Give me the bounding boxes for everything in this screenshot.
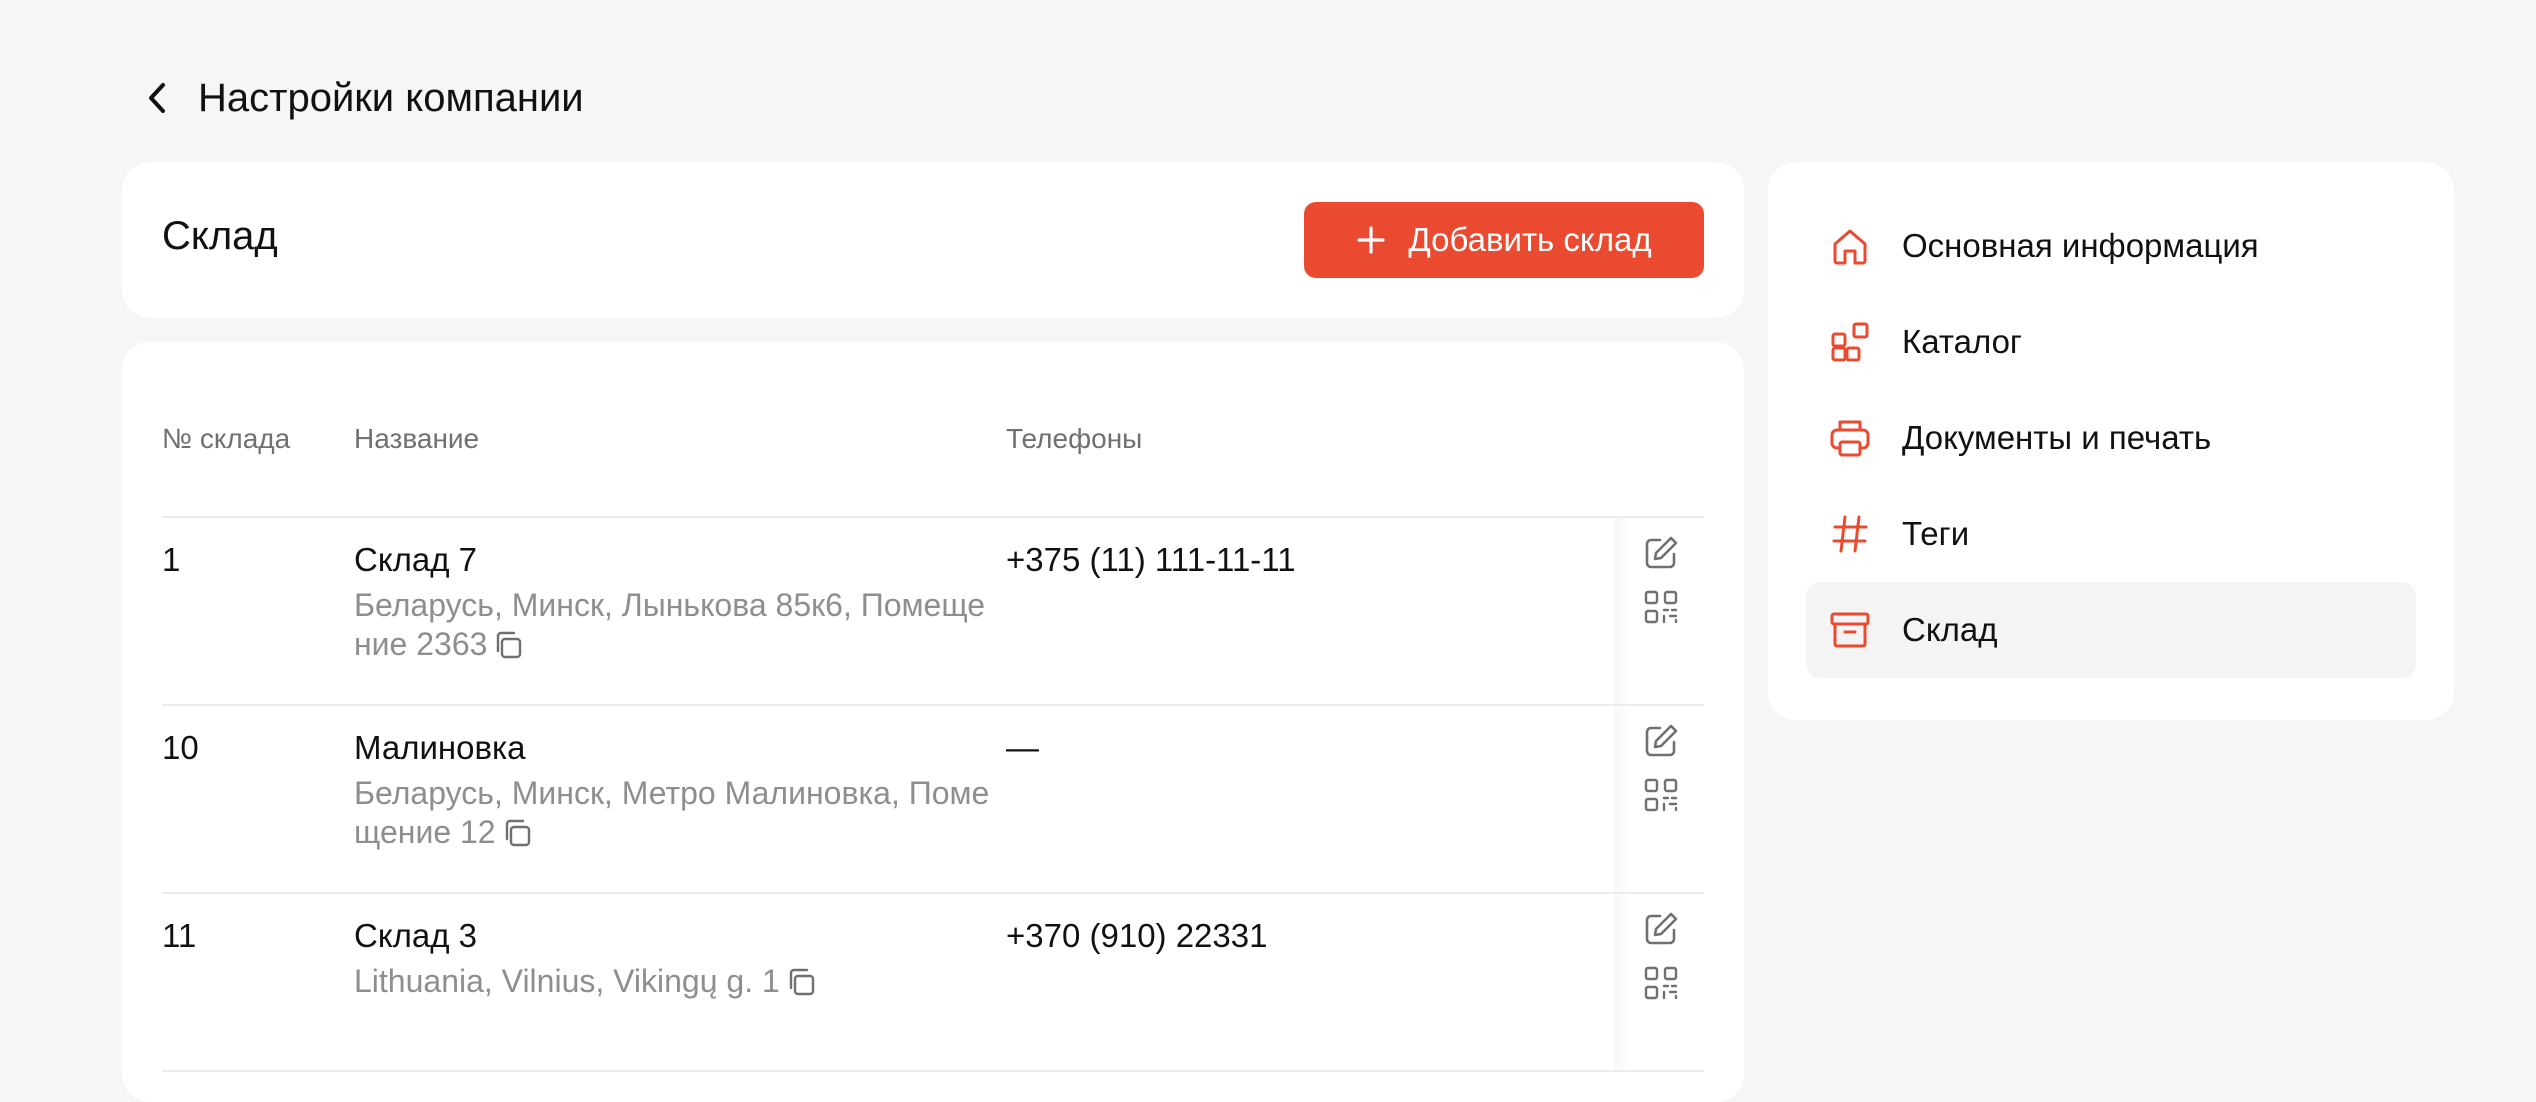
chevron-left-icon: [149, 83, 165, 113]
table-row[interactable]: 1 Склад 7 Беларусь, Минск, Лынькова 85к6…: [162, 518, 1704, 706]
page-header: Настройки компании: [140, 70, 584, 126]
back-button[interactable]: [140, 80, 176, 116]
plus-icon: [1357, 226, 1386, 254]
section-header-card: Склад Добавить склад: [122, 162, 1744, 318]
table-row[interactable]: 10 Малиновка Беларусь, Минск, Метро Мали…: [162, 706, 1704, 894]
warehouse-name: Склад 3: [354, 917, 478, 954]
edit-icon[interactable]: [1642, 910, 1680, 948]
add-warehouse-button[interactable]: Добавить склад: [1304, 202, 1704, 278]
menu-item-label: Теги: [1902, 515, 1970, 552]
warehouse-address: Lithuania, Vilnius, Vikingų g. 1: [354, 962, 994, 1001]
warehouse-name: Склад 7: [354, 541, 478, 578]
menu-item-general-info[interactable]: Основная информация: [1806, 198, 2416, 294]
warehouse-address: Беларусь, Минск, Лынькова 85к6, Помещени…: [354, 586, 994, 664]
archive-icon: [1830, 612, 1870, 648]
menu-item-catalog[interactable]: Каталог: [1806, 294, 2416, 390]
printer-icon: [1830, 420, 1870, 457]
warehouse-address: Беларусь, Минск, Метро Малиновка, Помеще…: [354, 774, 994, 852]
warehouse-phone: +375 (11) 111-11-11: [1006, 541, 1296, 578]
qr-code-icon[interactable]: [1642, 776, 1680, 814]
address-text: Беларусь, Минск, Метро Малиновка, Помеще…: [354, 775, 990, 850]
menu-item-tags[interactable]: Теги: [1806, 486, 2416, 582]
add-warehouse-label: Добавить склад: [1408, 221, 1652, 258]
table-header: № склада Название Телефоны: [162, 422, 1704, 518]
edit-icon[interactable]: [1642, 534, 1680, 572]
warehouse-name-cell: Склад 3 Lithuania, Vilnius, Vikingų g. 1: [354, 916, 994, 1001]
menu-item-warehouse[interactable]: Склад: [1806, 582, 2416, 678]
home-icon: [1833, 229, 1867, 265]
column-header-name[interactable]: Название: [354, 422, 479, 456]
qr-code-icon[interactable]: [1642, 588, 1680, 626]
address-text: Lithuania, Vilnius, Vikingų g. 1: [354, 963, 780, 999]
warehouse-phone: —: [1006, 729, 1039, 766]
menu-item-label: Основная информация: [1902, 227, 2259, 264]
catalog-icon: [1831, 322, 1869, 362]
warehouse-name: Малиновка: [354, 729, 526, 766]
qr-code-icon[interactable]: [1642, 964, 1680, 1002]
warehouse-table-card: № склада Название Телефоны 1 Склад 7 Бел…: [122, 342, 1744, 1102]
menu-item-documents-print[interactable]: Документы и печать: [1806, 390, 2416, 486]
menu-item-label: Каталог: [1902, 323, 2022, 360]
row-actions: [1614, 894, 1704, 1070]
edit-icon[interactable]: [1642, 722, 1680, 760]
address-text: Беларусь, Минск, Лынькова 85к6, Помещени…: [354, 587, 986, 662]
settings-menu: Основная информация Каталог Документы и …: [1768, 162, 2454, 720]
row-actions: [1614, 706, 1704, 892]
copy-icon[interactable]: [786, 966, 818, 998]
row-actions: [1614, 518, 1704, 704]
menu-item-label: Склад: [1902, 611, 1998, 648]
hash-icon: [1832, 515, 1868, 553]
warehouse-name-cell: Склад 7 Беларусь, Минск, Лынькова 85к6, …: [354, 540, 994, 664]
warehouse-number: 11: [162, 917, 197, 954]
copy-icon[interactable]: [493, 629, 525, 661]
warehouse-phone: +370 (910) 22331: [1006, 917, 1268, 954]
page-title: Настройки компании: [198, 75, 584, 120]
table-row[interactable]: 11 Склад 3 Lithuania, Vilnius, Vikingų g…: [162, 894, 1704, 1072]
column-header-phones[interactable]: Телефоны: [1006, 422, 1142, 456]
warehouse-number: 1: [162, 541, 181, 578]
column-header-number[interactable]: № склада: [162, 422, 290, 456]
warehouse-number: 10: [162, 729, 199, 766]
menu-item-label: Документы и печать: [1902, 419, 2212, 456]
copy-icon[interactable]: [502, 817, 534, 849]
warehouse-name-cell: Малиновка Беларусь, Минск, Метро Малинов…: [354, 728, 994, 852]
section-title: Склад: [162, 214, 278, 258]
